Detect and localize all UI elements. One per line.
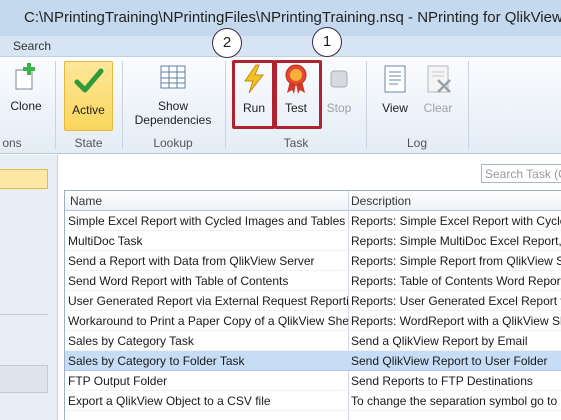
show-dependencies-label: Show Dependencies [134, 99, 212, 127]
task-name-cell: Send Word Report with Table of Contents [68, 274, 289, 288]
separator [122, 61, 123, 149]
stop-label: Stop [326, 101, 352, 115]
active-label: Active [72, 103, 105, 117]
task-name-cell: Send a Report with Data from QlikView Se… [68, 254, 315, 268]
task-description-cell: Reports: User Generated Excel Report via [351, 294, 561, 308]
task-description-cell: Send a QlikView Report by Email [351, 334, 528, 348]
task-name-cell: Simple Excel Report with Cycled Images a… [68, 214, 346, 228]
table-row[interactable]: Simple Excel Report with Cycled Images a… [65, 211, 561, 231]
task-name-cell: Export a QlikView Object to a CSV file [68, 394, 271, 408]
group-label-state: State [74, 136, 103, 150]
menu-search[interactable]: Search [13, 39, 51, 53]
clone-label: Clone [10, 99, 42, 113]
task-description-cell: Reports: Table of Contents Word Report, [351, 274, 561, 288]
table-row[interactable]: Sales by Category to Folder Task Send Qli… [65, 351, 561, 371]
table-header: Name Description [65, 191, 561, 211]
separator [468, 61, 469, 149]
separator [225, 61, 226, 149]
view-log-button[interactable]: View [376, 63, 414, 115]
table-row[interactable]: Send a Report with Data from QlikView Se… [65, 251, 561, 271]
table-row[interactable]: FTP Output Folder Send Reports to FTP Des… [65, 371, 561, 391]
clear-label: Clear [423, 101, 453, 115]
clone-button[interactable]: Clone [6, 61, 46, 113]
task-table: Name Description Simple Excel Report wit… [64, 190, 561, 420]
table-row[interactable]: Workaround to Print a Paper Copy of a Ql… [65, 311, 561, 331]
stop-icon [330, 70, 348, 88]
table-row[interactable]: User Generated Report via External Reque… [65, 291, 561, 311]
table-row[interactable]: MultiDoc Task Reports: Simple MultiDoc Ex… [65, 231, 561, 251]
task-name-cell: User Generated Report via External Reque… [68, 294, 348, 308]
checkmark-icon [74, 68, 103, 93]
test-highlight-box [274, 60, 322, 129]
stop-button[interactable]: Stop [321, 63, 357, 115]
separator [55, 61, 56, 149]
group-label-log: Log [406, 136, 428, 150]
show-dependencies-button[interactable]: Show Dependencies [130, 61, 216, 127]
clear-log-icon [427, 65, 451, 93]
title-bar: C:\NPrintingTraining\NPrintingFiles\NPri… [0, 0, 561, 36]
task-description-cell: Reports: Simple Excel Report with Cycle [351, 214, 561, 228]
ribbon: Clone ons Active State Show Dependencies… [0, 57, 561, 154]
view-label: View [382, 101, 408, 115]
task-name-cell: Sales by Category Task [68, 334, 194, 348]
task-description-cell: To change the separation symbol go to [351, 394, 558, 408]
column-header-description[interactable]: Description [351, 194, 411, 208]
task-description-cell: Reports: WordReport with a QlikView She [351, 314, 561, 328]
task-description-cell: Reports: Simple MultiDoc Excel Report, S [351, 234, 561, 248]
callout-step-1: 1 [312, 27, 342, 57]
menu-bar: Search [0, 36, 561, 57]
column-header-name[interactable]: Name [70, 194, 102, 208]
separator [366, 61, 367, 149]
clone-icon [15, 63, 35, 90]
table-row[interactable]: Sales by Category Task Send a QlikView Re… [65, 331, 561, 351]
dependencies-grid-icon [160, 65, 186, 89]
group-label-lookup: Lookup [153, 136, 193, 150]
task-name-cell: MultiDoc Task [68, 234, 143, 248]
task-description-cell: Reports: Simple Report from QlikView Se [351, 254, 561, 268]
run-highlight-box [232, 60, 275, 129]
callout-step-2: 2 [212, 28, 242, 58]
table-row[interactable]: Send Word Report with Table of Contents R… [65, 271, 561, 291]
task-name-cell: FTP Output Folder [68, 374, 168, 388]
left-pane-divider [0, 314, 48, 320]
log-document-icon [384, 65, 406, 93]
task-description-cell: Send Reports to FTP Destinations [351, 374, 533, 388]
search-task-input[interactable]: Search Task (C [481, 164, 561, 183]
group-label-task: Task [283, 136, 309, 150]
left-pane-button[interactable] [0, 365, 48, 393]
window-title: C:\NPrintingTraining\NPrintingFiles\NPri… [24, 9, 561, 26]
selected-nav-item[interactable] [0, 169, 48, 189]
table-body: Simple Excel Report with Cycled Images a… [65, 211, 561, 411]
clear-log-button[interactable]: Clear [418, 63, 458, 115]
task-name-cell: Sales by Category to Folder Task [68, 354, 245, 368]
group-label-actions: ons [2, 136, 22, 150]
active-toggle-button[interactable]: Active [64, 65, 113, 117]
task-description-cell: Send QlikView Report to User Folder [351, 354, 548, 368]
task-name-cell: Workaround to Print a Paper Copy of a Ql… [68, 314, 348, 328]
table-row[interactable]: Export a QlikView Object to a CSV file To… [65, 391, 561, 411]
